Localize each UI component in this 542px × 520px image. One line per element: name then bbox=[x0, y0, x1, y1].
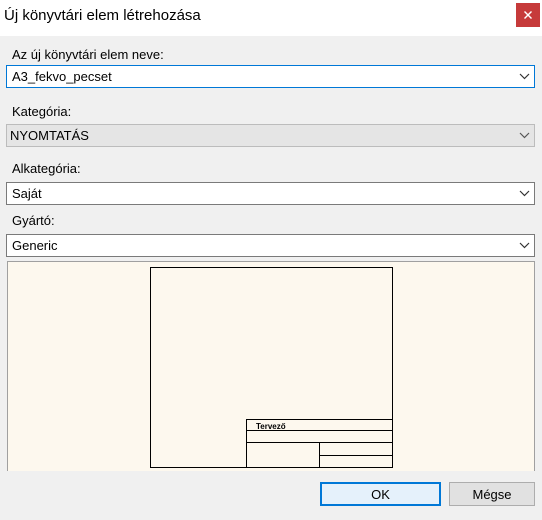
chevron-down-icon[interactable] bbox=[519, 132, 530, 139]
drawing-preview: Tervező bbox=[150, 267, 393, 468]
chevron-down-icon[interactable] bbox=[519, 242, 530, 249]
close-icon bbox=[524, 11, 532, 19]
name-label: Az új könyvtári elem neve: bbox=[12, 47, 164, 62]
subcategory-value: Saját bbox=[12, 186, 42, 201]
chevron-down-icon[interactable] bbox=[519, 73, 530, 80]
name-value: A3_fekvo_pecset bbox=[12, 69, 112, 84]
new-library-item-dialog: Új könyvtári elem létrehozása Az új köny… bbox=[0, 0, 542, 520]
subcategory-label: Alkategória: bbox=[12, 161, 81, 176]
manufacturer-value: Generic bbox=[12, 238, 58, 253]
title-bar: Új könyvtári elem létrehozása bbox=[0, 0, 542, 36]
ok-button[interactable]: OK bbox=[320, 482, 441, 506]
chevron-down-icon[interactable] bbox=[519, 190, 530, 197]
category-combobox[interactable]: NYOMTATÁS bbox=[6, 124, 535, 147]
subcategory-combobox[interactable]: Saját bbox=[6, 182, 535, 205]
cancel-button[interactable]: Mégse bbox=[449, 482, 535, 506]
close-button[interactable] bbox=[516, 3, 540, 27]
manufacturer-combobox[interactable]: Generic bbox=[6, 234, 535, 257]
title-block-label: Tervező bbox=[256, 422, 286, 431]
preview-panel: Tervező bbox=[7, 261, 535, 471]
sheet-border bbox=[150, 267, 393, 468]
manufacturer-label: Gyártó: bbox=[12, 213, 55, 228]
name-combobox[interactable]: A3_fekvo_pecset bbox=[6, 65, 535, 88]
category-value: NYOMTATÁS bbox=[10, 128, 89, 143]
dialog-title: Új könyvtári elem létrehozása bbox=[4, 7, 201, 24]
category-label: Kategória: bbox=[12, 104, 72, 119]
